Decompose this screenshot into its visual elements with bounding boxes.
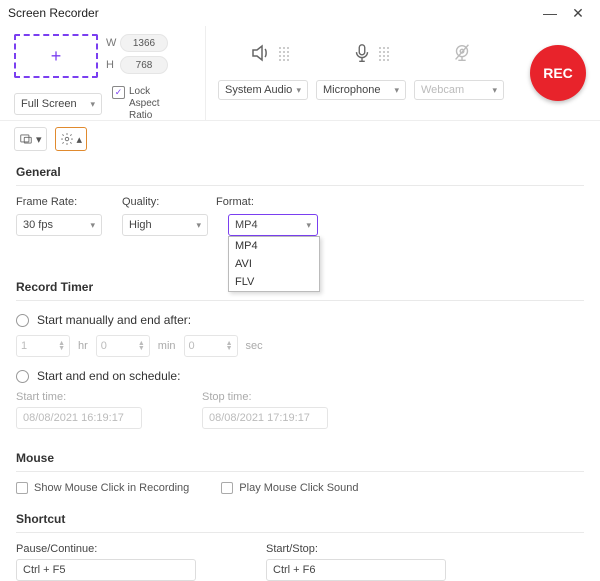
minutes-value: 0: [101, 340, 107, 352]
seconds-spinner[interactable]: 0 ▲▼: [184, 335, 238, 357]
quality-select[interactable]: High ▾: [122, 214, 208, 236]
mouse-heading: Mouse: [16, 443, 584, 472]
startstop-shortcut-field[interactable]: Ctrl + F6: [266, 559, 446, 581]
hours-value: 1: [21, 340, 27, 352]
record-button[interactable]: REC: [530, 45, 586, 101]
lock-aspect-label: Lock Aspect Ratio: [129, 86, 179, 122]
stop-time-value: 08/08/2021 17:19:17: [209, 412, 310, 424]
width-label: W: [106, 37, 120, 49]
sec-unit: sec: [246, 340, 263, 352]
pause-shortcut-field[interactable]: Ctrl + F5: [16, 559, 196, 581]
speaker-icon: [249, 41, 273, 68]
capture-mode-value: Full Screen: [21, 98, 77, 110]
window-title: Screen Recorder: [8, 6, 536, 20]
settings-panel: General Frame Rate: Quality: Format: 30 …: [0, 157, 600, 581]
start-time-value: 08/08/2021 16:19:17: [23, 412, 124, 424]
start-time-field[interactable]: 08/08/2021 16:19:17: [16, 407, 142, 429]
webcam-icon-group: [451, 42, 473, 67]
chevron-down-icon: ▾: [394, 85, 399, 96]
width-field[interactable]: 1366: [120, 34, 168, 52]
frame-rate-select[interactable]: 30 fps ▾: [16, 214, 102, 236]
screenshot-tool-button[interactable]: ▾: [14, 127, 47, 151]
pause-shortcut-label: Pause/Continue:: [16, 543, 196, 555]
frame-rate-label: Frame Rate:: [16, 196, 98, 208]
down-arrow-icon[interactable]: ▼: [58, 346, 65, 351]
microphone-value: Microphone: [323, 84, 380, 96]
system-audio-select[interactable]: System Audio ▾: [218, 80, 308, 100]
record-column: REC: [516, 26, 600, 120]
schedule-label: Start and end on schedule:: [37, 369, 180, 383]
chevron-down-icon: ▾: [90, 99, 95, 110]
format-dropdown: MP4 AVI FLV: [228, 236, 320, 292]
chevron-up-icon: ▴: [77, 133, 83, 146]
format-option-mp4[interactable]: MP4: [229, 237, 319, 255]
height-field[interactable]: 768: [120, 56, 168, 74]
audio-level-icon: [279, 47, 289, 61]
microphone-select[interactable]: Microphone ▾: [316, 80, 406, 100]
webcam-icon: [451, 42, 473, 67]
close-button[interactable]: ✕: [564, 5, 592, 22]
system-audio-value: System Audio: [225, 84, 292, 96]
format-option-avi[interactable]: AVI: [229, 255, 319, 273]
minimize-button[interactable]: —: [536, 5, 564, 21]
seconds-value: 0: [189, 340, 195, 352]
system-audio-icon-group: [249, 41, 289, 68]
show-click-checkbox[interactable]: [16, 482, 28, 494]
down-arrow-icon[interactable]: ▼: [138, 346, 145, 351]
frame-rate-value: 30 fps: [23, 219, 53, 231]
startstop-shortcut-value: Ctrl + F6: [273, 564, 315, 576]
titlebar: Screen Recorder — ✕: [0, 0, 600, 26]
pause-shortcut-value: Ctrl + F5: [23, 564, 65, 576]
hours-spinner[interactable]: 1 ▲▼: [16, 335, 70, 357]
top-strip: + W 1366 H 768 Full Screen ▾ Lock Aspect…: [0, 26, 600, 121]
devices-column: System Audio ▾ Microphone ▾ Webcam ▾: [205, 26, 516, 120]
capture-column: + W 1366 H 768 Full Screen ▾ Lock Aspect…: [0, 26, 205, 120]
format-option-flv[interactable]: FLV: [229, 273, 319, 291]
settings-tool-button[interactable]: ▴: [55, 127, 88, 151]
webcam-value: Webcam: [421, 84, 464, 96]
record-label: REC: [543, 65, 573, 81]
quality-value: High: [129, 219, 152, 231]
chevron-down-icon: ▾: [492, 85, 497, 96]
microphone-icon: [351, 42, 373, 67]
schedule-radio[interactable]: [16, 370, 29, 383]
show-click-label: Show Mouse Click in Recording: [34, 482, 189, 494]
stop-time-label: Stop time:: [202, 391, 328, 403]
chevron-down-icon: ▾: [196, 220, 201, 231]
format-value: MP4: [235, 219, 258, 231]
manual-end-label: Start manually and end after:: [37, 313, 191, 327]
minutes-spinner[interactable]: 0 ▲▼: [96, 335, 150, 357]
format-select[interactable]: MP4 ▾: [228, 214, 318, 236]
shortcut-heading: Shortcut: [16, 504, 584, 533]
capture-area-selector[interactable]: +: [14, 34, 98, 78]
lock-aspect-checkbox[interactable]: [112, 86, 125, 99]
chevron-down-icon: ▾: [36, 133, 42, 146]
start-time-label: Start time:: [16, 391, 142, 403]
microphone-icon-group: [351, 42, 389, 67]
hr-unit: hr: [78, 340, 88, 352]
manual-end-radio[interactable]: [16, 314, 29, 327]
height-label: H: [106, 59, 120, 71]
down-arrow-icon[interactable]: ▼: [226, 346, 233, 351]
format-label: Format:: [216, 196, 286, 208]
mic-level-icon: [379, 47, 389, 61]
quality-label: Quality:: [122, 196, 192, 208]
chevron-down-icon: ▾: [90, 220, 95, 231]
min-unit: min: [158, 340, 176, 352]
capture-mode-select[interactable]: Full Screen ▾: [14, 93, 102, 115]
chevron-down-icon: ▾: [296, 85, 301, 96]
play-sound-label: Play Mouse Click Sound: [239, 482, 358, 494]
general-heading: General: [16, 157, 584, 186]
startstop-shortcut-label: Start/Stop:: [266, 543, 446, 555]
webcam-select[interactable]: Webcam ▾: [414, 80, 504, 100]
chevron-down-icon: ▾: [306, 220, 311, 231]
secondary-toolbar: ▾ ▴: [0, 121, 600, 157]
play-sound-checkbox[interactable]: [221, 482, 233, 494]
stop-time-field[interactable]: 08/08/2021 17:19:17: [202, 407, 328, 429]
